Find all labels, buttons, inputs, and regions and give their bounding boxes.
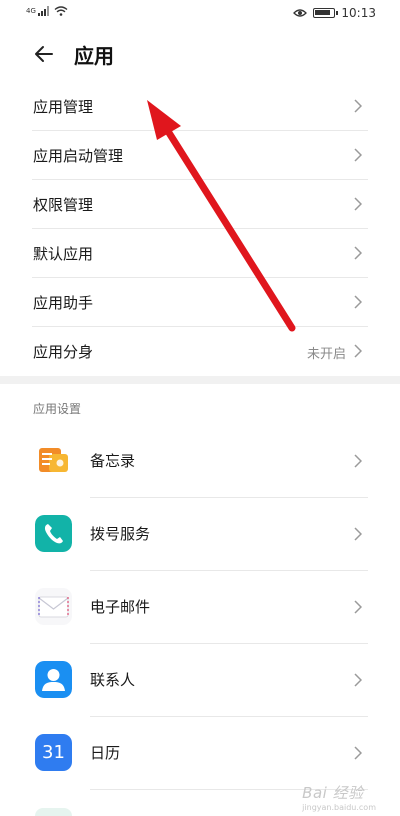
chevron-right-icon <box>354 673 362 687</box>
app-item-calendar[interactable]: 31 日历 <box>0 717 400 790</box>
status-right: 10:13 <box>293 6 376 20</box>
app-item-label: 联系人 <box>90 671 136 689</box>
chevron-right-icon <box>354 148 362 162</box>
chevron-right-icon <box>354 246 362 260</box>
menu-item-app-twin[interactable]: 应用分身 未开启 <box>32 327 368 376</box>
section-divider <box>0 376 400 384</box>
contact-icon <box>35 661 72 698</box>
app-item-label: 拨号服务 <box>90 525 151 543</box>
chevron-right-icon <box>354 197 362 211</box>
network-type: 4G <box>26 7 36 15</box>
menu-item-permission-management[interactable]: 权限管理 <box>32 180 368 229</box>
clock: 10:13 <box>341 6 376 20</box>
chevron-right-icon <box>354 454 362 468</box>
app-header: 应用 <box>0 30 400 80</box>
phone-icon <box>35 515 72 552</box>
chevron-right-icon <box>354 99 362 113</box>
chevron-right-icon <box>354 527 362 541</box>
watermark: Bai 经验 jingyan.baidu.com <box>302 782 376 812</box>
menu-item-label: 应用管理 <box>33 98 94 116</box>
menu-item-label: 应用启动管理 <box>33 147 124 165</box>
partial-app-icon <box>35 808 72 816</box>
menu-item-label: 应用分身 <box>33 343 94 361</box>
wifi-icon <box>54 6 68 16</box>
app-item-notepad[interactable]: 备忘录 <box>0 425 400 498</box>
menu-item-default-apps[interactable]: 默认应用 <box>32 229 368 278</box>
menu-item-label: 权限管理 <box>33 196 94 214</box>
menu-item-label: 应用助手 <box>33 294 94 312</box>
chevron-right-icon <box>354 295 362 309</box>
app-item-dialer[interactable]: 拨号服务 <box>0 498 400 571</box>
signal-icon <box>37 6 49 16</box>
menu-item-startup-management[interactable]: 应用启动管理 <box>32 131 368 180</box>
status-bar: 4G 10:13 <box>0 0 400 26</box>
app-item-label: 电子邮件 <box>90 598 151 616</box>
menu-item-app-assistant[interactable]: 应用助手 <box>32 278 368 327</box>
menu-item-status: 未开启 <box>306 347 346 362</box>
envelope-icon <box>35 588 72 625</box>
eye-icon <box>293 9 308 17</box>
section-title: 应用设置 <box>33 402 82 416</box>
battery-icon <box>313 8 339 18</box>
notepad-icon <box>35 442 72 479</box>
menu-item-label: 默认应用 <box>33 245 94 263</box>
app-item-label: 备忘录 <box>90 452 136 470</box>
app-item-label: 日历 <box>90 744 121 762</box>
status-left: 4G <box>26 6 68 16</box>
menu-item-app-management[interactable]: 应用管理 <box>32 82 368 131</box>
chevron-right-icon <box>354 344 362 358</box>
calendar-icon: 31 <box>35 734 72 771</box>
chevron-right-icon <box>354 600 362 614</box>
back-arrow-icon[interactable] <box>32 42 56 66</box>
watermark-sub: jingyan.baidu.com <box>302 803 376 812</box>
page-title: 应用 <box>74 44 114 68</box>
chevron-right-icon <box>354 746 362 760</box>
calendar-day-text: 31 <box>42 742 65 763</box>
watermark-text: Bai 经验 <box>302 784 364 802</box>
app-item-contacts[interactable]: 联系人 <box>0 644 400 717</box>
app-item-email[interactable]: 电子邮件 <box>0 571 400 644</box>
